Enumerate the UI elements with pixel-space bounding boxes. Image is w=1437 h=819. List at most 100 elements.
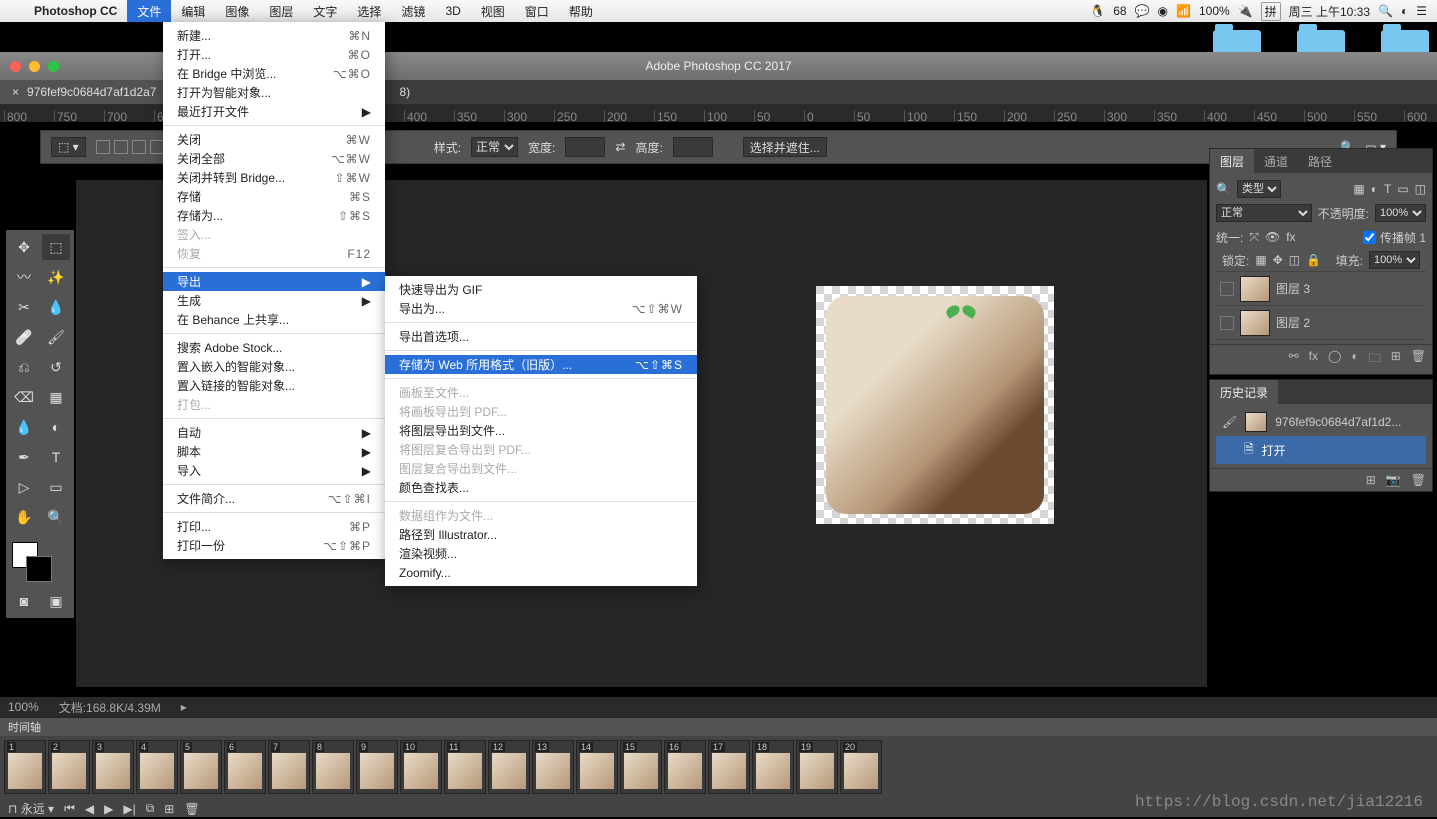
timeline-frame[interactable]: 16 <box>664 740 706 794</box>
new-frame-icon[interactable]: ⊞ <box>164 802 174 816</box>
filter-shape-icon[interactable]: ▭ <box>1397 182 1408 196</box>
filter-smart-icon[interactable]: ◫ <box>1415 182 1426 196</box>
qq-icon[interactable]: 🐧 <box>1090 4 1105 18</box>
menu-item-打开为智能对象...[interactable]: 打开为智能对象... <box>163 83 385 102</box>
timeline-frame[interactable]: 4 <box>136 740 178 794</box>
timeline-frame[interactable]: 18 <box>752 740 794 794</box>
play-icon[interactable]: ▶ <box>104 802 113 816</box>
menu-item-置入嵌入的智能对象...[interactable]: 置入嵌入的智能对象... <box>163 357 385 376</box>
panel-tab-图层[interactable]: 图层 <box>1210 149 1254 173</box>
unify-position-icon[interactable]: ⤧ <box>1249 230 1259 245</box>
crop-tool[interactable]: ✂ <box>10 294 38 320</box>
menu-item-导出首选项...[interactable]: 导出首选项... <box>385 327 697 346</box>
panel-tab-路径[interactable]: 路径 <box>1298 149 1342 173</box>
filter-type-icon[interactable]: T <box>1384 182 1391 196</box>
timeline-frame[interactable]: 1 <box>4 740 46 794</box>
timeline-frame[interactable]: 15 <box>620 740 662 794</box>
menu-帮助[interactable]: 帮助 <box>559 0 603 22</box>
gradient-tool[interactable]: ▦ <box>42 384 70 410</box>
lock-position-icon[interactable]: ✥ <box>1273 253 1283 267</box>
group-icon[interactable]: 🗀 <box>1369 349 1381 370</box>
menu-item-脚本[interactable]: 脚本▶ <box>163 442 385 461</box>
healing-brush-tool[interactable]: 🩹 <box>10 324 38 350</box>
prev-frame-icon[interactable]: ◀ <box>85 802 94 816</box>
menu-item-置入链接的智能对象...[interactable]: 置入链接的智能对象... <box>163 376 385 395</box>
wechat-icon[interactable]: 💬 <box>1135 4 1150 18</box>
menu-item-存储为 Web 所用格式（旧版）...[interactable]: 存储为 Web 所用格式（旧版）...⌥⇧⌘S <box>385 355 697 374</box>
new-layer-icon[interactable]: ⊞ <box>1391 349 1401 370</box>
link-layers-icon[interactable]: ⚯ <box>1289 349 1299 370</box>
menu-视图[interactable]: 视图 <box>471 0 515 22</box>
menu-图像[interactable]: 图像 <box>215 0 259 22</box>
menu-item-在 Behance 上共享...[interactable]: 在 Behance 上共享... <box>163 310 385 329</box>
lock-pixels-icon[interactable]: ▦ <box>1255 253 1266 267</box>
dodge-tool[interactable]: ◐ <box>42 414 70 440</box>
menu-滤镜[interactable]: 滤镜 <box>391 0 435 22</box>
app-name[interactable]: Photoshop CC <box>24 4 127 18</box>
new-snapshot-icon[interactable]: ⊞ <box>1366 473 1376 487</box>
menu-item-渲染视频...[interactable]: 渲染视频... <box>385 544 697 563</box>
menu-编辑[interactable]: 编辑 <box>171 0 215 22</box>
lock-artboard-icon[interactable]: ◫ <box>1289 253 1300 267</box>
timeline-frame[interactable]: 6 <box>224 740 266 794</box>
canvas-image[interactable] <box>816 286 1054 524</box>
menu-item-新建...[interactable]: 新建...⌘N <box>163 26 385 45</box>
notifications-icon[interactable]: ☰ <box>1416 4 1427 18</box>
timeline-frame[interactable]: 10 <box>400 740 442 794</box>
screen-mode-tool[interactable]: ▣ <box>42 588 70 614</box>
fill-select[interactable]: 100% <box>1369 251 1420 269</box>
height-input[interactable] <box>673 137 713 157</box>
timeline-frame[interactable]: 3 <box>92 740 134 794</box>
siri-icon[interactable]: ◐ <box>1401 4 1408 18</box>
timeline-frame[interactable]: 2 <box>48 740 90 794</box>
eraser-tool[interactable]: ⌫ <box>10 384 38 410</box>
timeline-frame[interactable]: 9 <box>356 740 398 794</box>
style-select[interactable]: 正常 <box>471 137 518 157</box>
path-select-tool[interactable]: ▷ <box>10 474 38 500</box>
menu-item-将图层导出到文件...[interactable]: 将图层导出到文件... <box>385 421 697 440</box>
menu-item-颜色查找表...[interactable]: 颜色查找表... <box>385 478 697 497</box>
menu-文件[interactable]: 文件 <box>127 0 171 22</box>
history-tab[interactable]: 历史记录 <box>1210 380 1278 404</box>
menu-item-存储为...[interactable]: 存储为...⇧⌘S <box>163 206 385 225</box>
background-color[interactable] <box>26 556 52 582</box>
timeline-title[interactable]: 时间轴 <box>0 718 1437 736</box>
menu-item-打印一份[interactable]: 打印一份⌥⇧⌘P <box>163 536 385 555</box>
magic-wand-tool[interactable]: ✨ <box>42 264 70 290</box>
visibility-toggle[interactable] <box>1220 316 1234 330</box>
timeline-frame[interactable]: 7 <box>268 740 310 794</box>
timeline-frame[interactable]: 11 <box>444 740 486 794</box>
delete-frame-icon[interactable]: 🗑 <box>184 802 199 816</box>
document-tab[interactable]: × 976fef9c0684d7af1d2a7 <box>0 80 169 104</box>
mask-icon[interactable]: ◯ <box>1328 349 1341 370</box>
color-swatches[interactable] <box>10 540 66 584</box>
timeline-frame[interactable]: 17 <box>708 740 750 794</box>
timeline-loop-select[interactable]: ⊓ 永远 ▾ <box>8 800 54 817</box>
next-frame-icon[interactable]: ▶| <box>123 802 135 816</box>
menu-窗口[interactable]: 窗口 <box>515 0 559 22</box>
menu-item-Zoomify...[interactable]: Zoomify... <box>385 563 697 582</box>
lasso-tool[interactable]: 〰 <box>10 264 38 290</box>
delete-history-icon[interactable]: 🗑 <box>1411 473 1426 487</box>
menu-item-搜索 Adobe Stock...[interactable]: 搜索 Adobe Stock... <box>163 338 385 357</box>
visibility-toggle[interactable] <box>1220 282 1234 296</box>
timeline-frame[interactable]: 20 <box>840 740 882 794</box>
menu-item-打印...[interactable]: 打印...⌘P <box>163 517 385 536</box>
menu-item-导出为...[interactable]: 导出为...⌥⇧⌘W <box>385 299 697 318</box>
menu-item-打开...[interactable]: 打开...⌘O <box>163 45 385 64</box>
battery-icon[interactable]: 🔌 <box>1238 4 1253 18</box>
wifi-icon[interactable]: 📶 <box>1176 4 1191 18</box>
blend-mode-select[interactable]: 正常 <box>1216 204 1312 222</box>
move-tool[interactable]: ✥ <box>10 234 38 260</box>
lock-all-icon[interactable]: 🔒 <box>1306 253 1321 267</box>
menu-item-路径到 Illustrator...[interactable]: 路径到 Illustrator... <box>385 525 697 544</box>
adjustment-icon[interactable]: ◐ <box>1351 349 1358 370</box>
marquee-tool-icon[interactable]: ⬚ ▾ <box>51 137 86 157</box>
menu-图层[interactable]: 图层 <box>259 0 303 22</box>
timeline-frame[interactable]: 14 <box>576 740 618 794</box>
clone-stamp-tool[interactable]: ⎌ <box>10 354 38 380</box>
input-method[interactable]: 拼 <box>1261 2 1281 21</box>
swap-icon[interactable]: ⇄ <box>615 140 625 154</box>
camera-icon[interactable]: 📷 <box>1386 473 1401 487</box>
unify-visibility-icon[interactable]: 👁 <box>1265 230 1280 244</box>
